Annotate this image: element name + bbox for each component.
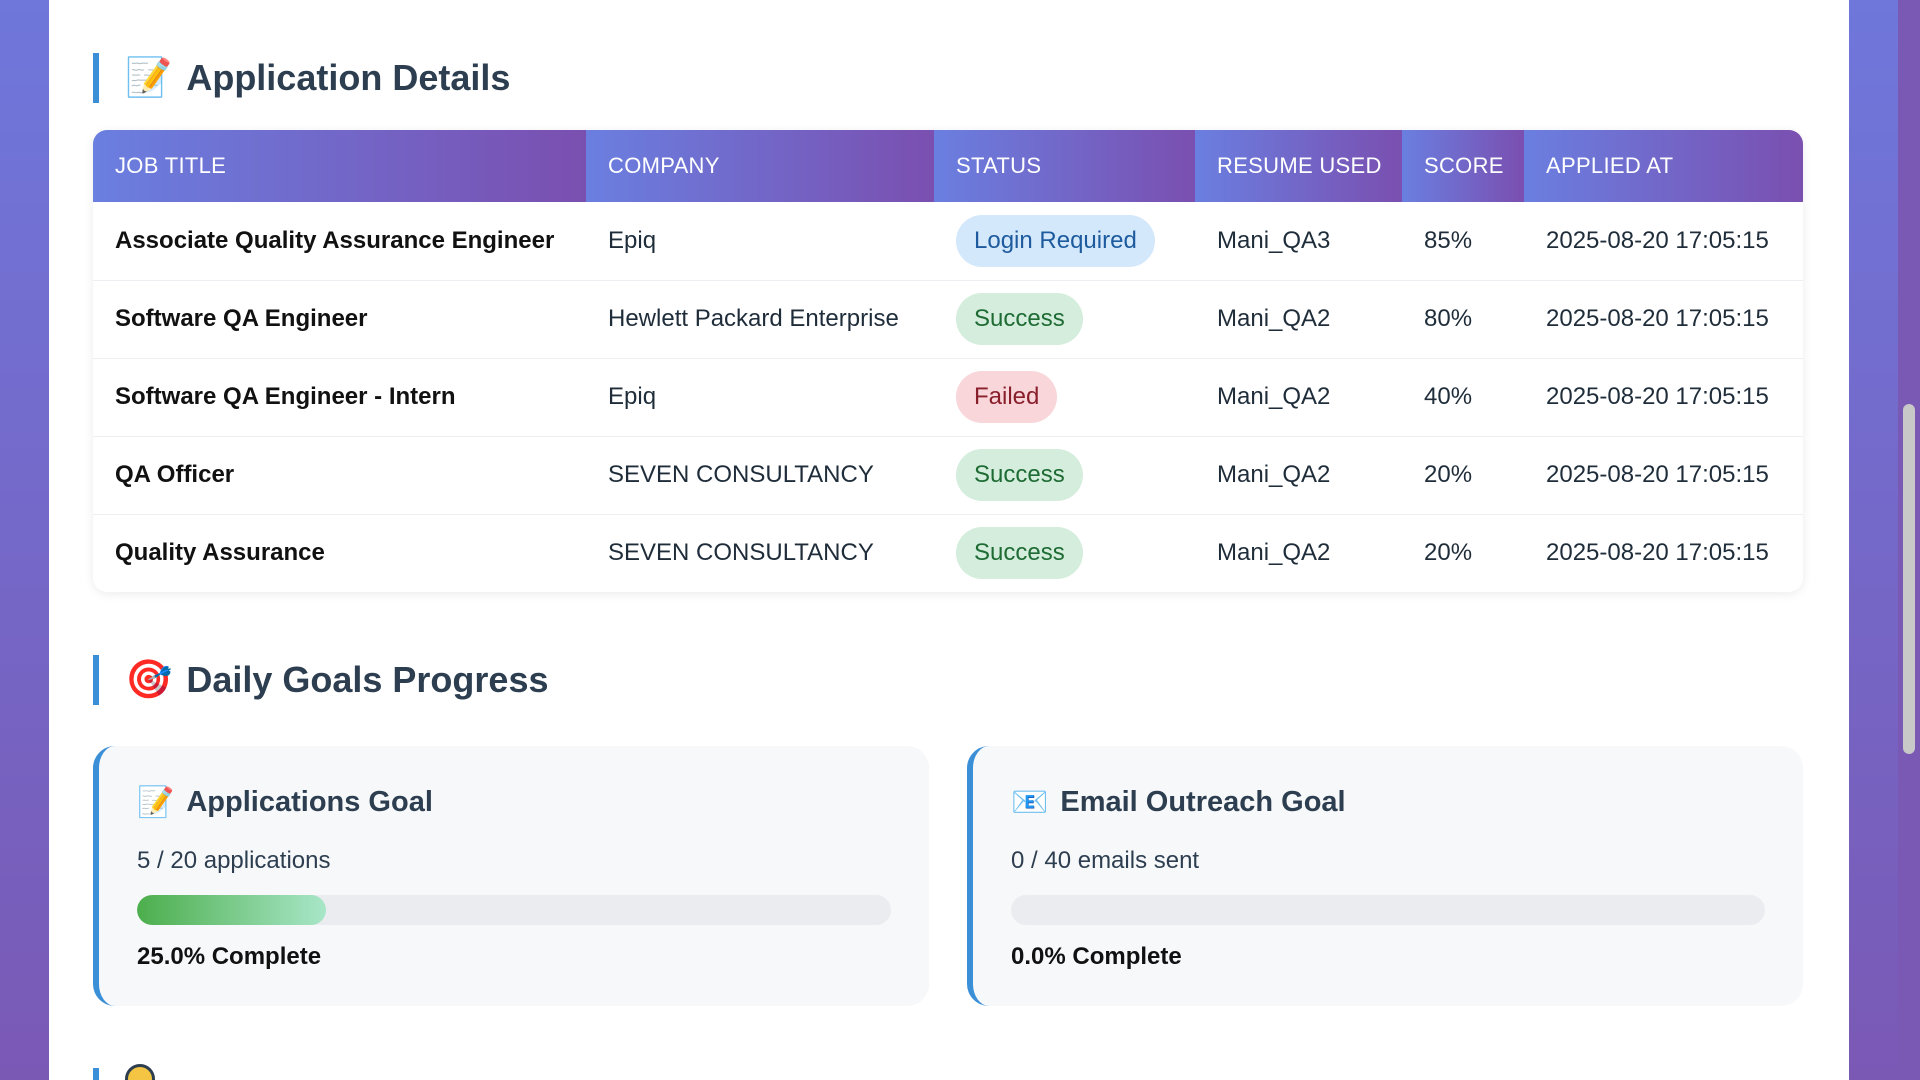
column-header-applied-at[interactable]: APPLIED AT [1524, 130, 1803, 202]
job-title-cell: Quality Assurance [115, 539, 325, 567]
job-title-cell: QA Officer [93, 436, 586, 515]
status-cell: Login Required [934, 202, 1195, 281]
status-badge: Failed [956, 371, 1058, 423]
table-row[interactable]: QA Officer SEVEN CONSULTANCY Success Man… [93, 436, 1803, 515]
applied-at-cell: 2025-08-20 17:05:15 [1524, 202, 1803, 281]
memo-icon: 📝 [137, 785, 175, 819]
column-header-job-title[interactable]: JOB TITLE [93, 130, 586, 202]
target-icon: 🎯 [125, 659, 173, 701]
application-details-header: 📝 Application Details [93, 53, 510, 103]
table-row[interactable]: Software QA Engineer Hewlett Packard Ent… [93, 280, 1803, 359]
next-section-accent [93, 1068, 99, 1080]
company-cell: SEVEN CONSULTANCY [608, 539, 874, 567]
company-cell: Epiq [586, 202, 934, 281]
status-badge: Login Required [956, 214, 1155, 267]
scrollbar[interactable] [1898, 0, 1920, 1080]
score-cell: 20% [1424, 539, 1473, 567]
status-cell: Success [934, 514, 1195, 592]
table-row[interactable]: Quality Assurance SEVEN CONSULTANCY Succ… [93, 514, 1803, 592]
column-header-resume-used[interactable]: RESUME USED [1195, 130, 1402, 202]
company-cell: Hewlett Packard Enterprise [586, 280, 934, 359]
status-badge: Success [956, 527, 1083, 580]
dashboard-panel: 📝 Application Details JOB TITLE COMPANY … [49, 0, 1849, 1080]
section-title: Application Details [186, 57, 511, 98]
status-badge: Success [956, 293, 1083, 345]
goal-complete-label: 0.0% Complete [1011, 943, 1182, 970]
applications-goal-card: 📝 Applications Goal 5 / 20 applications … [93, 746, 929, 1006]
status-cell: Success [934, 280, 1195, 359]
progress-fill [137, 895, 326, 925]
section-title: Daily Goals Progress [186, 659, 549, 700]
resume-cell: Mani_QA2 [1195, 280, 1402, 359]
score-cell: 40% [1402, 358, 1524, 437]
status-cell: Success [934, 436, 1195, 515]
applied-at-cell: 2025-08-20 17:05:15 [1524, 358, 1803, 437]
goal-complete-label: 25.0% Complete [137, 943, 322, 970]
company-cell: SEVEN CONSULTANCY [586, 436, 934, 515]
resume-cell: Mani_QA2 [1195, 436, 1402, 515]
applications-table: JOB TITLE COMPANY STATUS RESUME USED SCO… [93, 130, 1803, 592]
resume-cell: Mani_QA2 [1195, 358, 1402, 437]
score-cell: 85% [1402, 202, 1524, 281]
column-header-company[interactable]: COMPANY [586, 130, 934, 202]
goal-title: Email Outreach Goal [1060, 786, 1346, 818]
table-row[interactable]: Associate Quality Assurance Engineer Epi… [93, 202, 1803, 281]
column-header-status[interactable]: STATUS [934, 130, 1195, 202]
company-cell: Epiq [586, 358, 934, 437]
applied-at-cell: 2025-08-20 17:05:15 [1524, 280, 1803, 359]
email-outreach-goal-card: 📧 Email Outreach Goal 0 / 40 emails sent… [967, 746, 1803, 1006]
progress-bar [137, 895, 891, 925]
job-title-cell: Software QA Engineer - Intern [93, 358, 586, 437]
score-cell: 80% [1402, 280, 1524, 359]
lightbulb-icon [125, 1064, 155, 1080]
resume-cell: Mani_QA3 [1195, 202, 1402, 281]
goal-title: Applications Goal [186, 786, 433, 818]
applied-at-cell: 2025-08-20 17:05:15 [1546, 539, 1769, 567]
job-title-cell: Software QA Engineer [93, 280, 586, 359]
goal-count: 0 / 40 emails sent [1011, 847, 1200, 874]
job-title-cell: Associate Quality Assurance Engineer [93, 202, 586, 281]
daily-goals-header: 🎯 Daily Goals Progress [93, 655, 549, 705]
resume-cell: Mani_QA2 [1217, 539, 1331, 567]
memo-icon: 📝 [125, 57, 173, 99]
column-header-score[interactable]: SCORE [1402, 130, 1524, 202]
progress-bar [1011, 895, 1765, 925]
envelope-icon: 📧 [1011, 785, 1049, 819]
scrollbar-thumb[interactable] [1903, 404, 1915, 754]
table-header-row: JOB TITLE COMPANY STATUS RESUME USED SCO… [93, 130, 1803, 202]
goal-count: 5 / 20 applications [137, 847, 331, 874]
table-row[interactable]: Software QA Engineer - Intern Epiq Faile… [93, 358, 1803, 437]
applied-at-cell: 2025-08-20 17:05:15 [1524, 436, 1803, 515]
status-badge: Success [956, 449, 1083, 501]
status-cell: Failed [934, 358, 1195, 437]
score-cell: 20% [1402, 436, 1524, 515]
